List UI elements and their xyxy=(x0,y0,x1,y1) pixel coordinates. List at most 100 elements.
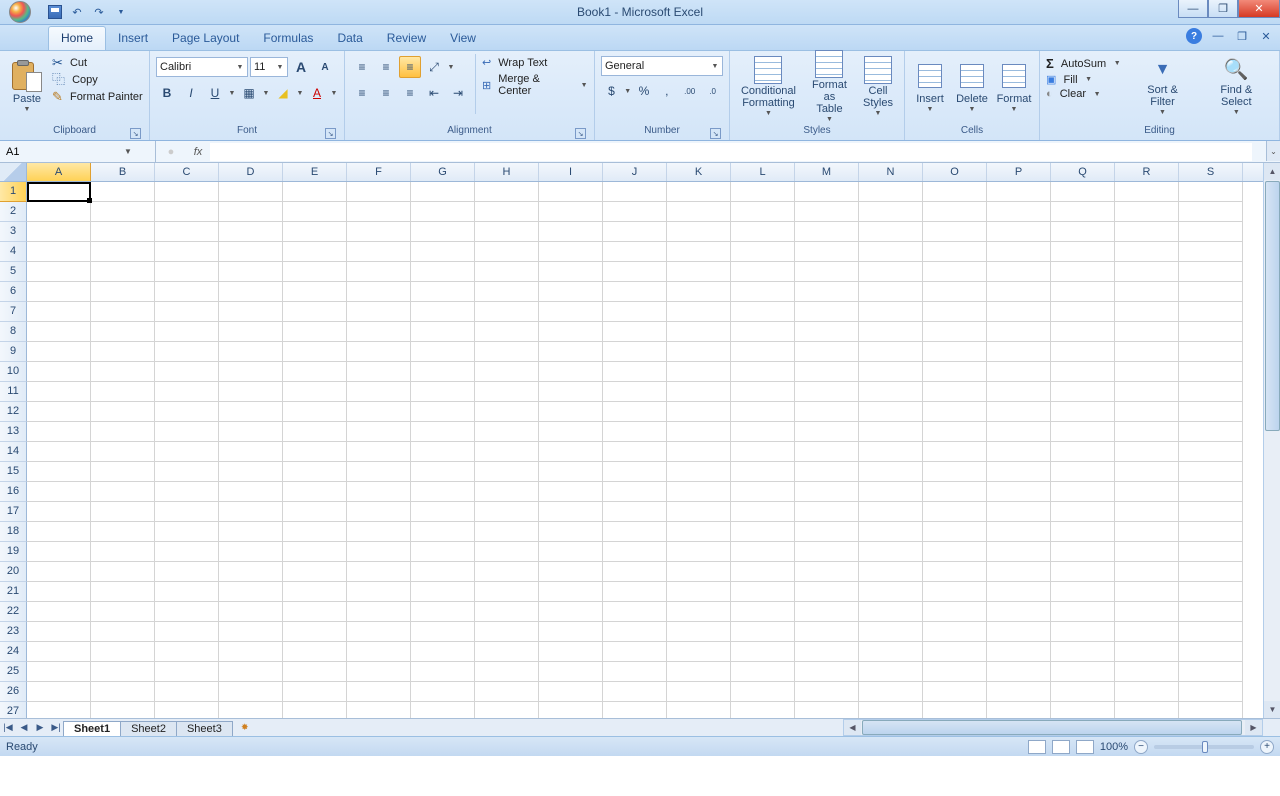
cell[interactable] xyxy=(923,702,987,718)
cell[interactable] xyxy=(219,582,283,602)
delete-cells-button[interactable]: Delete▼ xyxy=(953,54,991,120)
cell[interactable] xyxy=(731,502,795,522)
cell[interactable] xyxy=(27,242,91,262)
cell[interactable] xyxy=(1115,282,1179,302)
cell[interactable] xyxy=(1115,482,1179,502)
column-header-O[interactable]: O xyxy=(923,163,987,181)
cell[interactable] xyxy=(1051,182,1115,202)
cell[interactable] xyxy=(539,622,603,642)
cell[interactable] xyxy=(539,202,603,222)
cell[interactable] xyxy=(347,522,411,542)
cell[interactable] xyxy=(539,262,603,282)
cell[interactable] xyxy=(795,502,859,522)
cell[interactable] xyxy=(283,362,347,382)
cell[interactable] xyxy=(731,262,795,282)
font-launcher[interactable]: ↘ xyxy=(325,128,336,139)
expand-formula-bar[interactable]: ⌄ xyxy=(1266,141,1280,161)
cell[interactable] xyxy=(923,282,987,302)
cell[interactable] xyxy=(923,482,987,502)
cell[interactable] xyxy=(795,482,859,502)
cell[interactable] xyxy=(731,522,795,542)
cell[interactable] xyxy=(1179,422,1243,442)
cell[interactable] xyxy=(859,322,923,342)
cell[interactable] xyxy=(219,622,283,642)
cell[interactable] xyxy=(1179,342,1243,362)
cell[interactable] xyxy=(155,482,219,502)
cell[interactable] xyxy=(27,662,91,682)
cell[interactable] xyxy=(859,382,923,402)
new-sheet-button[interactable]: ✸ xyxy=(237,720,253,736)
cell[interactable] xyxy=(91,422,155,442)
cell[interactable] xyxy=(91,522,155,542)
cell[interactable] xyxy=(411,682,475,702)
sort-filter-button[interactable]: Sort & Filter▼ xyxy=(1129,54,1195,120)
save-button[interactable] xyxy=(46,3,64,21)
cell[interactable] xyxy=(1179,402,1243,422)
cell[interactable] xyxy=(987,502,1051,522)
cell[interactable] xyxy=(155,622,219,642)
cell[interactable] xyxy=(795,402,859,422)
cell[interactable] xyxy=(411,402,475,422)
cell[interactable] xyxy=(923,342,987,362)
column-header-Q[interactable]: Q xyxy=(1051,163,1115,181)
cell[interactable] xyxy=(1051,282,1115,302)
next-sheet-button[interactable]: ▶ xyxy=(32,720,48,736)
cell[interactable] xyxy=(987,622,1051,642)
cell[interactable] xyxy=(1115,362,1179,382)
cell[interactable] xyxy=(795,362,859,382)
cell[interactable] xyxy=(475,402,539,422)
row-header-22[interactable]: 22 xyxy=(0,602,27,622)
format-as-table-button[interactable]: Format as Table▼ xyxy=(805,54,854,120)
cell[interactable] xyxy=(475,322,539,342)
cell[interactable] xyxy=(731,302,795,322)
cell[interactable] xyxy=(411,242,475,262)
row-header-10[interactable]: 10 xyxy=(0,362,27,382)
maximize-button[interactable]: ❐ xyxy=(1208,0,1238,18)
cell[interactable] xyxy=(1051,402,1115,422)
cell[interactable] xyxy=(603,202,667,222)
cell[interactable] xyxy=(795,582,859,602)
number-launcher[interactable]: ↘ xyxy=(710,128,721,139)
cell[interactable] xyxy=(1179,542,1243,562)
cell[interactable] xyxy=(731,642,795,662)
cell[interactable] xyxy=(475,482,539,502)
cell[interactable] xyxy=(411,642,475,662)
cell[interactable] xyxy=(475,342,539,362)
cell[interactable] xyxy=(219,642,283,662)
cell[interactable] xyxy=(1115,382,1179,402)
increase-decimal-button[interactable]: .00 xyxy=(679,80,700,102)
column-header-D[interactable]: D xyxy=(219,163,283,181)
cell[interactable] xyxy=(219,242,283,262)
cell[interactable] xyxy=(923,502,987,522)
name-box[interactable]: ▼ xyxy=(0,141,156,162)
cell[interactable] xyxy=(155,462,219,482)
last-sheet-button[interactable]: ▶| xyxy=(48,720,64,736)
cell[interactable] xyxy=(539,282,603,302)
cell[interactable] xyxy=(1051,362,1115,382)
cell[interactable] xyxy=(1051,342,1115,362)
cell[interactable] xyxy=(603,342,667,362)
cell[interactable] xyxy=(1179,262,1243,282)
cell[interactable] xyxy=(155,322,219,342)
cell[interactable] xyxy=(731,542,795,562)
cell[interactable] xyxy=(27,422,91,442)
cell[interactable] xyxy=(603,382,667,402)
cell[interactable] xyxy=(155,702,219,718)
cell[interactable] xyxy=(155,302,219,322)
cell[interactable] xyxy=(731,362,795,382)
cell[interactable] xyxy=(219,182,283,202)
cell[interactable] xyxy=(987,222,1051,242)
cell[interactable] xyxy=(539,642,603,662)
cell[interactable] xyxy=(475,702,539,718)
cell[interactable] xyxy=(91,622,155,642)
cell[interactable] xyxy=(731,622,795,642)
cell[interactable] xyxy=(91,302,155,322)
conditional-formatting-button[interactable]: Conditional Formatting▼ xyxy=(736,54,801,120)
zoom-out-button[interactable]: − xyxy=(1134,740,1148,754)
cell[interactable] xyxy=(475,542,539,562)
cell[interactable] xyxy=(923,462,987,482)
cell[interactable] xyxy=(923,202,987,222)
cell[interactable] xyxy=(795,302,859,322)
row-header-27[interactable]: 27 xyxy=(0,702,27,718)
cell[interactable] xyxy=(1179,582,1243,602)
